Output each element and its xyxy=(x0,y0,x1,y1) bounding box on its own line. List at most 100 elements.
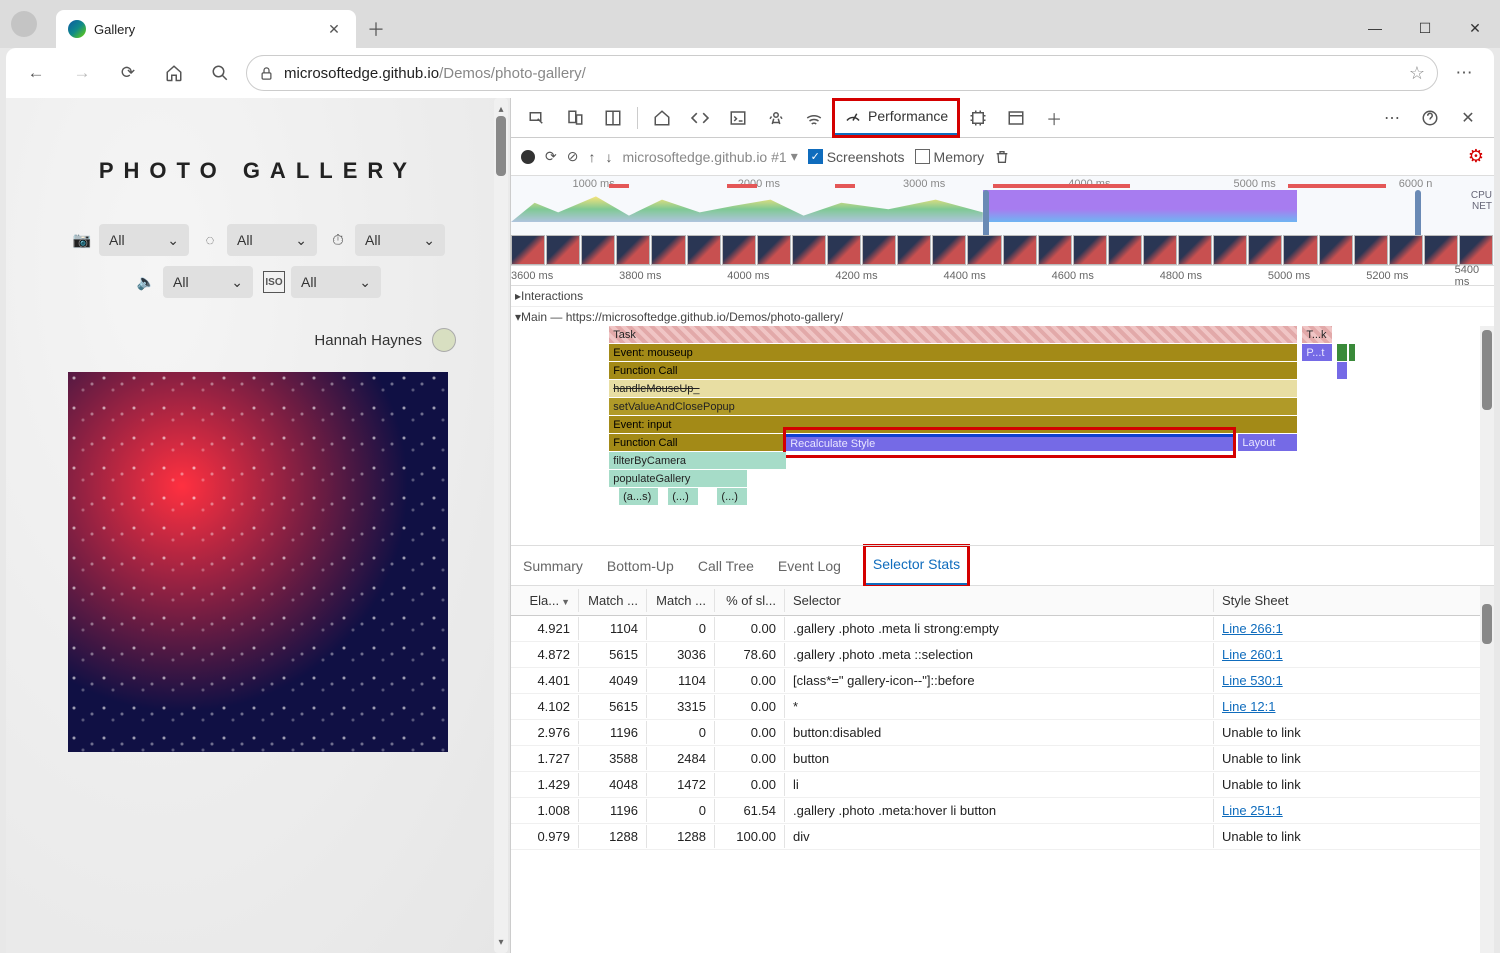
close-devtools-button[interactable]: ✕ xyxy=(1450,100,1486,136)
flame-setval[interactable]: setValueAndClosePopup xyxy=(609,398,1297,415)
reload-record-button[interactable]: ⟳ xyxy=(545,148,557,165)
memory-icon[interactable] xyxy=(960,100,996,136)
tab-performance[interactable]: Performance xyxy=(834,100,958,136)
search-button[interactable] xyxy=(200,53,240,93)
flame-chart[interactable]: Task T...k Event: mouseup P...t Function… xyxy=(511,326,1494,546)
stylesheet-link[interactable]: Line 260:1 xyxy=(1222,647,1283,662)
upload-button[interactable]: ↑ xyxy=(588,149,595,165)
table-row[interactable]: 0.97912881288100.00divUnable to link xyxy=(511,824,1494,850)
tab-performance-label: Performance xyxy=(868,108,948,124)
filter-aperture-dropdown[interactable]: All⌄ xyxy=(227,224,317,256)
filter-iso-dropdown[interactable]: All⌄ xyxy=(291,266,381,298)
stylesheet-link[interactable]: Line 251:1 xyxy=(1222,803,1283,818)
inspect-icon[interactable] xyxy=(519,100,555,136)
console-icon[interactable] xyxy=(720,100,756,136)
flame-handle[interactable]: handleMouseUp_ xyxy=(609,380,1297,397)
flame-layout[interactable]: Layout xyxy=(1238,434,1297,451)
refresh-button[interactable]: ⟳ xyxy=(108,53,148,93)
col-attempts[interactable]: Match ... xyxy=(647,589,715,612)
flame-populate[interactable]: populateGallery xyxy=(609,470,747,487)
back-button[interactable]: ← xyxy=(16,53,56,93)
filter-exposure-dropdown[interactable]: All⌄ xyxy=(355,224,445,256)
flame-recalculate-style[interactable]: Recalculate Style xyxy=(786,434,1233,451)
dock-icon[interactable] xyxy=(595,100,631,136)
record-button[interactable] xyxy=(521,150,535,164)
selector-stats-table: Ela...▼ Match ... Match ... % of sl... S… xyxy=(511,586,1494,953)
tab-bottom-up[interactable]: Bottom-Up xyxy=(607,558,674,574)
tab-summary[interactable]: Summary xyxy=(523,558,583,574)
elements-icon[interactable] xyxy=(682,100,718,136)
home-button[interactable] xyxy=(154,53,194,93)
flame-fcall[interactable]: Function Call xyxy=(609,362,1297,379)
lock-icon xyxy=(259,66,274,81)
iso-icon: ISO xyxy=(263,271,285,293)
stylesheet-link[interactable]: Line 266:1 xyxy=(1222,621,1283,636)
new-tab-button[interactable]: ＋ xyxy=(356,10,396,48)
tab-call-tree[interactable]: Call Tree xyxy=(698,558,754,574)
gc-button[interactable] xyxy=(994,149,1010,165)
download-button[interactable]: ↓ xyxy=(605,149,612,165)
col-elapsed[interactable]: Ela...▼ xyxy=(511,589,579,612)
flame-paint[interactable]: P...t xyxy=(1302,344,1331,361)
profile-button[interactable] xyxy=(0,0,48,48)
col-selector[interactable]: Selector xyxy=(785,589,1214,612)
filter-camera-dropdown[interactable]: All⌄ xyxy=(99,224,189,256)
table-row[interactable]: 4.401404911040.00[class*=" gallery-icon-… xyxy=(511,668,1494,694)
flame-task[interactable]: Task xyxy=(609,326,1297,343)
add-panel-button[interactable]: ＋ xyxy=(1036,100,1072,136)
close-tab-icon[interactable]: ✕ xyxy=(322,17,346,41)
flame-filter[interactable]: filterByCamera xyxy=(609,452,786,469)
performance-icon xyxy=(844,107,862,125)
tab-event-log[interactable]: Event Log xyxy=(778,558,841,574)
flame-mouseup[interactable]: Event: mouseup xyxy=(609,344,1297,361)
menu-button[interactable]: ⋯ xyxy=(1444,53,1484,93)
favorite-icon[interactable]: ☆ xyxy=(1409,63,1425,84)
stylesheet-link[interactable]: Line 530:1 xyxy=(1222,673,1283,688)
col-match[interactable]: Match ... xyxy=(579,589,647,612)
table-row[interactable]: 4.8725615303678.60.gallery .photo .meta … xyxy=(511,642,1494,668)
camera-icon: 📷 xyxy=(71,229,93,251)
table-row[interactable]: 1.727358824840.00buttonUnable to link xyxy=(511,746,1494,772)
table-row[interactable]: 1.429404814720.00liUnable to link xyxy=(511,772,1494,798)
page-scrollbar[interactable]: ▴ ▾ xyxy=(494,98,508,953)
screenshots-checkbox[interactable]: ✓Screenshots xyxy=(808,149,905,165)
col-sheet[interactable]: Style Sheet xyxy=(1214,589,1494,612)
url-text: microsoftedge.github.io/Demos/photo-gall… xyxy=(284,65,586,82)
flame-fcall2[interactable]: Function Call xyxy=(609,434,786,451)
aperture-icon: ◌ xyxy=(199,229,221,251)
filter-sound-dropdown[interactable]: All⌄ xyxy=(163,266,253,298)
maximize-button[interactable]: ☐ xyxy=(1400,8,1450,48)
table-scrollbar[interactable] xyxy=(1480,586,1494,953)
table-row[interactable]: 1.0081196061.54.gallery .photo .meta:hov… xyxy=(511,798,1494,824)
flame-task2[interactable]: T...k xyxy=(1302,326,1331,343)
minimize-button[interactable]: ― xyxy=(1350,8,1400,48)
table-row[interactable]: 4.921110400.00.gallery .photo .meta li s… xyxy=(511,616,1494,642)
gallery-photo[interactable] xyxy=(68,372,448,752)
memory-checkbox[interactable]: Memory xyxy=(915,149,985,165)
performance-settings-button[interactable]: ⚙ xyxy=(1468,146,1484,167)
content-area: PHOTO GALLERY 📷 All⌄ ◌ All⌄ ⏱ All⌄ 🔈 All… xyxy=(6,98,1494,953)
more-tools-button[interactable]: ⋯ xyxy=(1374,100,1410,136)
browser-tab[interactable]: Gallery ✕ xyxy=(56,10,356,48)
table-row[interactable]: 4.102561533150.00*Line 12:1 xyxy=(511,694,1494,720)
performance-overview[interactable]: 1000 ms 2000 ms 3000 ms 4000 ms 5000 ms … xyxy=(511,176,1494,266)
address-bar[interactable]: microsoftedge.github.io/Demos/photo-gall… xyxy=(246,55,1438,91)
interactions-row[interactable]: ▸ Interactions xyxy=(511,286,1494,306)
application-icon[interactable] xyxy=(998,100,1034,136)
help-button[interactable] xyxy=(1412,100,1448,136)
close-window-button[interactable]: ✕ xyxy=(1450,8,1500,48)
main-thread-label[interactable]: ▾ Main — https://microsoftedge.github.io… xyxy=(511,306,1494,326)
device-icon[interactable] xyxy=(557,100,593,136)
welcome-icon[interactable] xyxy=(644,100,680,136)
clear-button[interactable]: ⊘ xyxy=(567,148,579,165)
tab-selector-stats[interactable]: Selector Stats xyxy=(865,546,968,586)
col-pct[interactable]: % of sl... xyxy=(715,589,785,612)
author-avatar xyxy=(432,328,456,352)
network-icon[interactable] xyxy=(796,100,832,136)
recording-name[interactable]: microsoftedge.github.io #1 ▾ xyxy=(622,148,797,165)
flame-scrollbar[interactable] xyxy=(1480,326,1494,545)
timeline-ruler[interactable]: 3600 ms 3800 ms 4000 ms 4200 ms 4400 ms … xyxy=(511,266,1494,286)
stylesheet-link[interactable]: Line 12:1 xyxy=(1222,699,1276,714)
sources-icon[interactable] xyxy=(758,100,794,136)
table-row[interactable]: 2.976119600.00button:disabledUnable to l… xyxy=(511,720,1494,746)
